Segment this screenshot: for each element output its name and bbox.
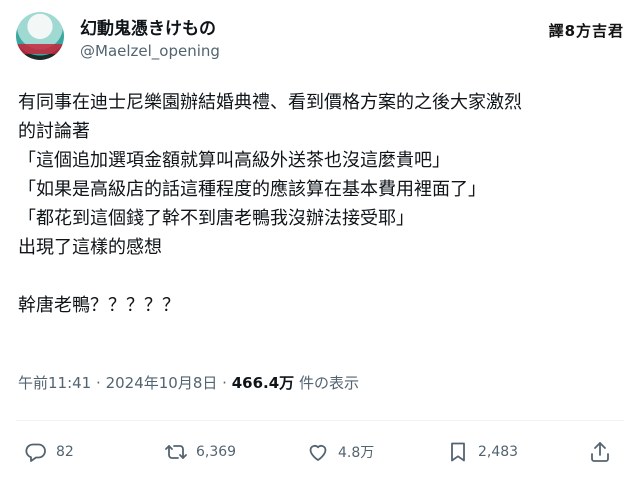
tweet-text: 有同事在迪士尼樂園辦結婚典禮、看到價格方案的之後大家激烈 的討論著 「這個追加選…: [18, 88, 622, 320]
tweet-line: 「如果是高級店的話這種程度的應該算在基本費用裡面了」: [18, 179, 486, 200]
meta-separator: ·: [222, 374, 227, 392]
avatar[interactable]: [16, 12, 64, 60]
tweet-meta: 午前11:41 · 2024年10月8日 · 466.4万 件の表示: [18, 372, 359, 393]
views-count: 466.4万: [231, 374, 295, 392]
heart-icon: [306, 440, 330, 464]
divider: [16, 420, 624, 421]
reply-count: 82: [56, 444, 74, 460]
author-display-name[interactable]: 幻動鬼憑きけもの: [80, 14, 216, 39]
retweet-count: 6,369: [196, 444, 237, 460]
retweet-icon: [164, 440, 188, 464]
tweet-line: 幹唐老鴨？？？？？: [18, 295, 180, 316]
tweet-line: 有同事在迪士尼樂園辦結婚典禮、看到價格方案的之後大家激烈: [18, 92, 522, 113]
share-icon: [588, 440, 612, 464]
like-count: 4.8万: [338, 445, 375, 461]
author-handle[interactable]: @Maelzel_opening: [80, 42, 220, 60]
avatar-band: [16, 44, 64, 54]
action-bar: 82 6,369 4.8万 2,483: [0, 436, 640, 468]
reply-button[interactable]: 82: [24, 436, 74, 468]
views-label: 件の表示: [298, 374, 359, 392]
retweet-button[interactable]: 6,369: [164, 436, 236, 468]
bookmark-count: 2,483: [478, 444, 519, 460]
bookmark-icon: [446, 440, 470, 464]
tweet-line: 的討論著: [18, 121, 90, 142]
tweet-time[interactable]: 午前11:41: [18, 374, 91, 392]
tweet-line: 「這個追加選項金額就算叫高級外送茶也沒這麼貴吧」: [18, 150, 450, 171]
tweet-line: 「都花到這個錢了幹不到唐老鴨我沒辦法接受耶」: [18, 208, 414, 229]
tweet-date[interactable]: 2024年10月8日: [106, 374, 218, 392]
tweet-line: 出現了這樣的感想: [18, 237, 162, 258]
share-button[interactable]: [588, 436, 612, 468]
reply-icon: [24, 440, 48, 464]
meta-separator: ·: [96, 374, 101, 392]
translator-watermark: 譯8方吉君: [548, 22, 624, 40]
like-button[interactable]: 4.8万: [306, 436, 374, 468]
bookmark-button[interactable]: 2,483: [446, 436, 518, 468]
